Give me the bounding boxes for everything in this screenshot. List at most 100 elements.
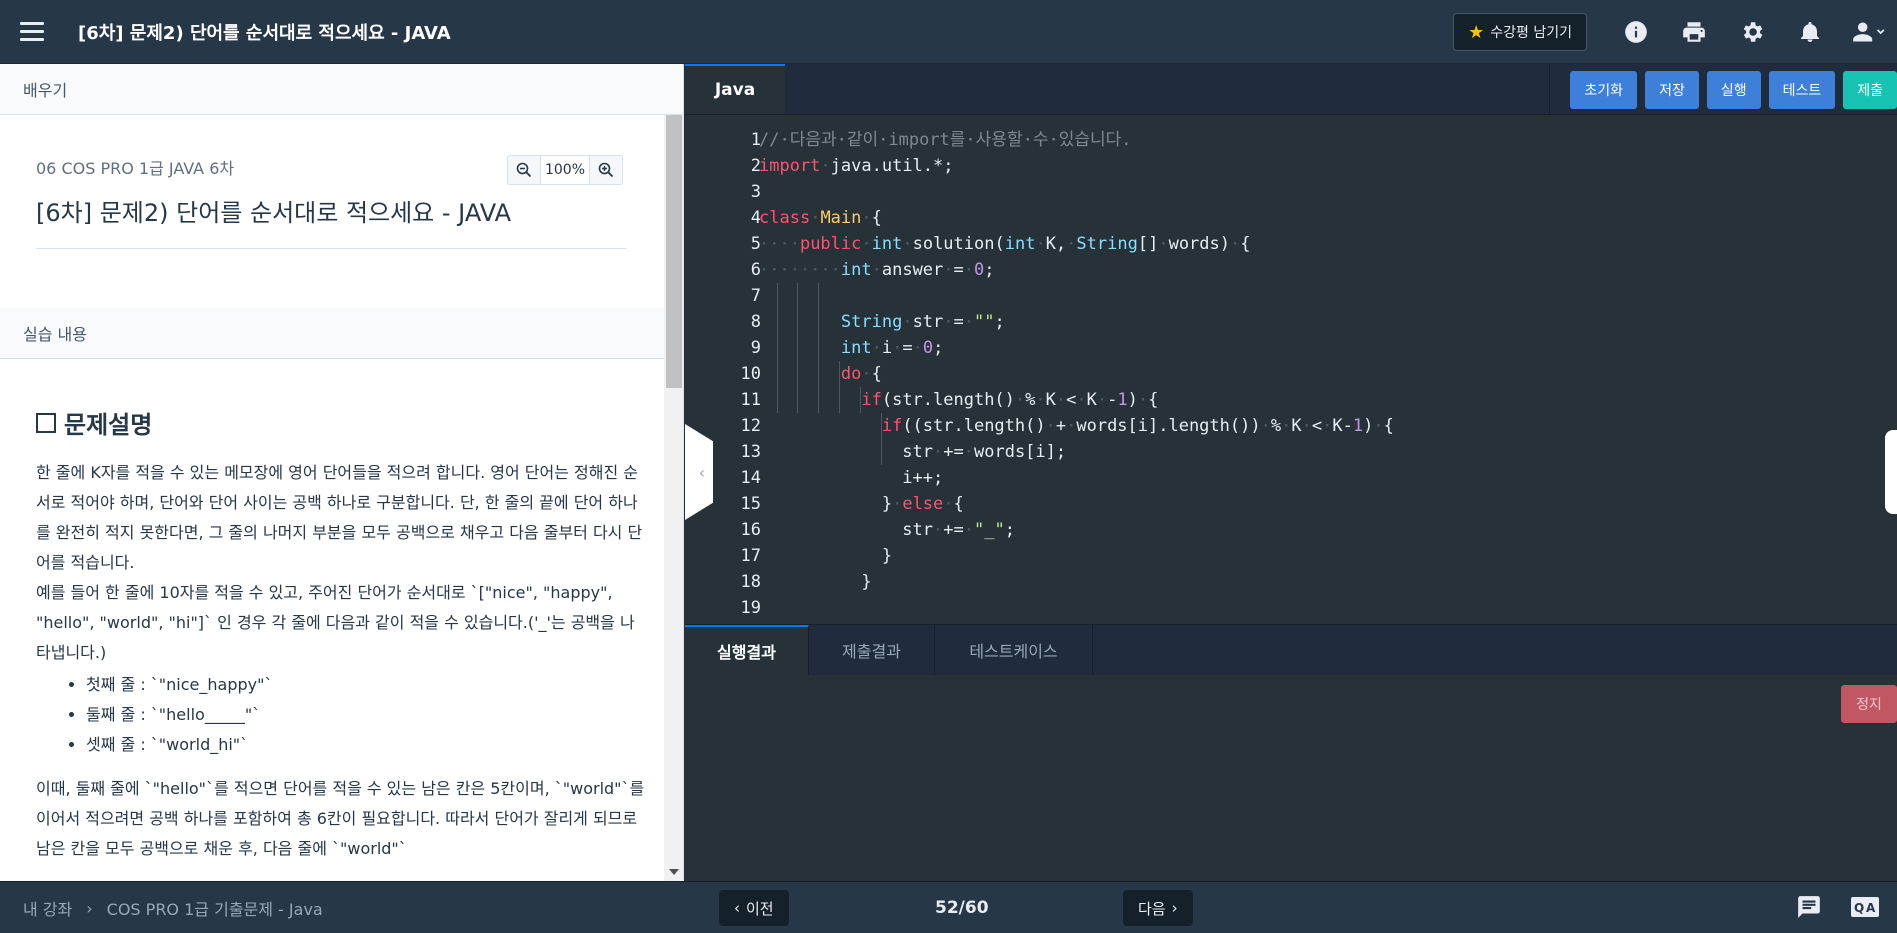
test-button[interactable]: 테스트: [1768, 70, 1836, 109]
code-text: }·else·{: [881, 494, 964, 514]
zoom-in-icon[interactable]: [590, 156, 622, 184]
write-review-label: 수강평 남기기: [1490, 25, 1572, 41]
next-label: 다음: [1138, 899, 1166, 918]
code-line[interactable]: 17 }: [685, 543, 1897, 569]
code-area[interactable]: 1//·다음과·같이·import를·사용할·수·있습니다. 2 import·ja…: [685, 127, 1897, 617]
code-line[interactable]: 1//·다음과·같이·import를·사용할·수·있습니다.: [685, 127, 1897, 153]
code-line[interactable]: 2 import·java.util.*;: [685, 153, 1897, 179]
user-icon[interactable]: [1839, 0, 1897, 64]
problem-description: 문제설명 한 줄에 K자를 적을 수 있는 메모장에 영어 단어들을 적으려 합…: [0, 359, 683, 864]
editor-actions: 초기화 저장 실행 테스트 제출: [1549, 64, 1897, 115]
print-icon[interactable]: [1665, 0, 1723, 64]
indent-guide: [797, 283, 798, 413]
breadcrumb-separator: ›: [86, 898, 93, 918]
code-line[interactable]: 5 ····public·int·solution(int·K,·String[]…: [685, 231, 1897, 257]
code-line[interactable]: 10 do·{: [685, 361, 1897, 387]
tab-java[interactable]: Java: [685, 64, 785, 114]
code-line[interactable]: 12 if((str.length()·+·words[i].length())…: [685, 413, 1897, 439]
chat-icon[interactable]: [1795, 894, 1825, 922]
code-text: }: [861, 572, 872, 592]
code-line[interactable]: 8 String·str·=·"";: [685, 309, 1897, 335]
scroll-down-arrow-icon[interactable]: [669, 869, 679, 875]
breadcrumb-course[interactable]: COS PRO 1급 기출문제 - Java: [107, 896, 323, 920]
code-text: String·str·=·"";: [840, 312, 1005, 332]
list-item: 둘째 줄 : `"hello_____"`: [86, 700, 647, 730]
scrollbar-thumb[interactable]: [666, 115, 682, 388]
tab-test-cases[interactable]: 테스트케이스: [935, 625, 1093, 675]
indent-guide: [860, 387, 861, 413]
save-button[interactable]: 저장: [1645, 70, 1699, 109]
run-button[interactable]: 실행: [1706, 70, 1761, 109]
hamburger-menu-icon[interactable]: [20, 15, 54, 49]
breadcrumb-my-courses[interactable]: 내 강좌: [23, 896, 72, 920]
problem-heading-text: 문제설명: [64, 411, 153, 439]
code-text: import·java.util.*;: [759, 156, 954, 176]
code-line[interactable]: 3: [685, 179, 1897, 205]
submit-button[interactable]: 제출: [1843, 70, 1897, 109]
prev-button[interactable]: ‹ 이전: [719, 890, 789, 926]
zoom-level: 100%: [540, 156, 590, 184]
code-line[interactable]: 14 i++;: [685, 465, 1897, 491]
line-number: 10: [740, 364, 761, 384]
line-number: 17: [740, 546, 761, 566]
star-icon: ★: [1468, 21, 1485, 43]
code-line[interactable]: 19: [685, 595, 1897, 617]
line-number: 18: [740, 572, 761, 592]
info-icon[interactable]: [1607, 0, 1665, 64]
gear-icon[interactable]: [1723, 0, 1781, 64]
list-item: 첫째 줄 : `"nice_happy"`: [86, 670, 647, 700]
indent-guide: [777, 283, 778, 413]
stop-button[interactable]: 정지: [1841, 685, 1897, 723]
line-number: 9: [750, 338, 761, 358]
line-number: 4: [750, 208, 761, 228]
line-number: 8: [750, 312, 761, 332]
code-line[interactable]: 6 ········int·answer·=·0;: [685, 257, 1897, 283]
side-panel-handle[interactable]: [1885, 430, 1897, 514]
code-text: ····public·int·solution(int·K,·String[]·…: [759, 234, 1251, 254]
write-review-button[interactable]: ★ 수강평 남기기: [1453, 13, 1587, 51]
code-line[interactable]: 15 }·else·{: [685, 491, 1897, 517]
qna-icon[interactable]: QA: [1850, 894, 1880, 922]
list-item: 셋째 줄 : `"world_hi"`: [86, 730, 647, 760]
code-text: class·Main·{: [759, 208, 882, 228]
results-panel: 실행결과 제출결과 테스트케이스 정지: [685, 624, 1897, 881]
reset-button[interactable]: 초기화: [1570, 70, 1638, 109]
code-line[interactable]: 11 if(str.length()·%·K·<·K·-1)·{: [685, 387, 1897, 413]
code-text: }: [881, 546, 893, 566]
indent-guide: [881, 413, 882, 465]
tab-submit-result[interactable]: 제출결과: [809, 625, 935, 675]
lesson-header: 06 COS PRO 1급 JAVA 6차 [6차] 문제2) 단어를 순서대로…: [0, 115, 683, 308]
line-number: 3: [750, 182, 761, 202]
description-paragraph-3: 이때, 둘째 줄에 `"hello"`를 적으면 단어를 적을 수 있는 남은 …: [36, 779, 645, 858]
chevron-left-icon: ‹: [734, 899, 740, 917]
code-text: //·다음과·같이·import를·사용할·수·있습니다.: [759, 130, 1132, 150]
description-paragraph-1: 한 줄에 K자를 적을 수 있는 메모장에 영어 단어들을 적으려 합니다. 영…: [36, 463, 643, 572]
breadcrumb: 내 강좌 › COS PRO 1급 기출문제 - Java: [23, 882, 323, 933]
bell-icon[interactable]: [1781, 0, 1839, 64]
results-tab-bar: 실행결과 제출결과 테스트케이스: [685, 624, 1897, 675]
code-line[interactable]: 7: [685, 283, 1897, 309]
example-list: 첫째 줄 : `"nice_happy"` 둘째 줄 : `"hello____…: [86, 670, 647, 760]
line-number: 7: [750, 286, 761, 306]
code-line[interactable]: 13 str·+=·words[i];: [685, 439, 1897, 465]
indent-guide: [818, 283, 819, 413]
page-title: [6차] 문제2) 단어를 순서대로 적으세요 - JAVA: [78, 22, 451, 44]
chevron-right-icon: ›: [1171, 899, 1178, 917]
code-text: str·+=·words[i];: [902, 442, 1067, 462]
tab-run-result[interactable]: 실행결과: [685, 625, 809, 675]
code-text: str·+=·"_";: [902, 520, 1015, 540]
indent-guide: [839, 361, 840, 413]
code-line[interactable]: 4 class·Main·{: [685, 205, 1897, 231]
code-line[interactable]: 16 str·+=·"_";: [685, 517, 1897, 543]
zoom-out-icon[interactable]: [508, 156, 540, 184]
description-scrollbar[interactable]: [664, 115, 683, 881]
zoom-control: 100%: [507, 155, 623, 185]
top-bar: [6차] 문제2) 단어를 순서대로 적으세요 - JAVA ★ 수강평 남기기: [0, 0, 1897, 64]
code-line[interactable]: 9 int·i·=·0;: [685, 335, 1897, 361]
next-button[interactable]: 다음 ›: [1123, 890, 1193, 926]
code-line[interactable]: 18 }: [685, 569, 1897, 595]
chevron-left-icon: ‹: [698, 462, 706, 482]
line-number: 19: [740, 598, 761, 617]
svg-text:A: A: [1866, 901, 1876, 915]
line-number: 6: [750, 260, 761, 280]
